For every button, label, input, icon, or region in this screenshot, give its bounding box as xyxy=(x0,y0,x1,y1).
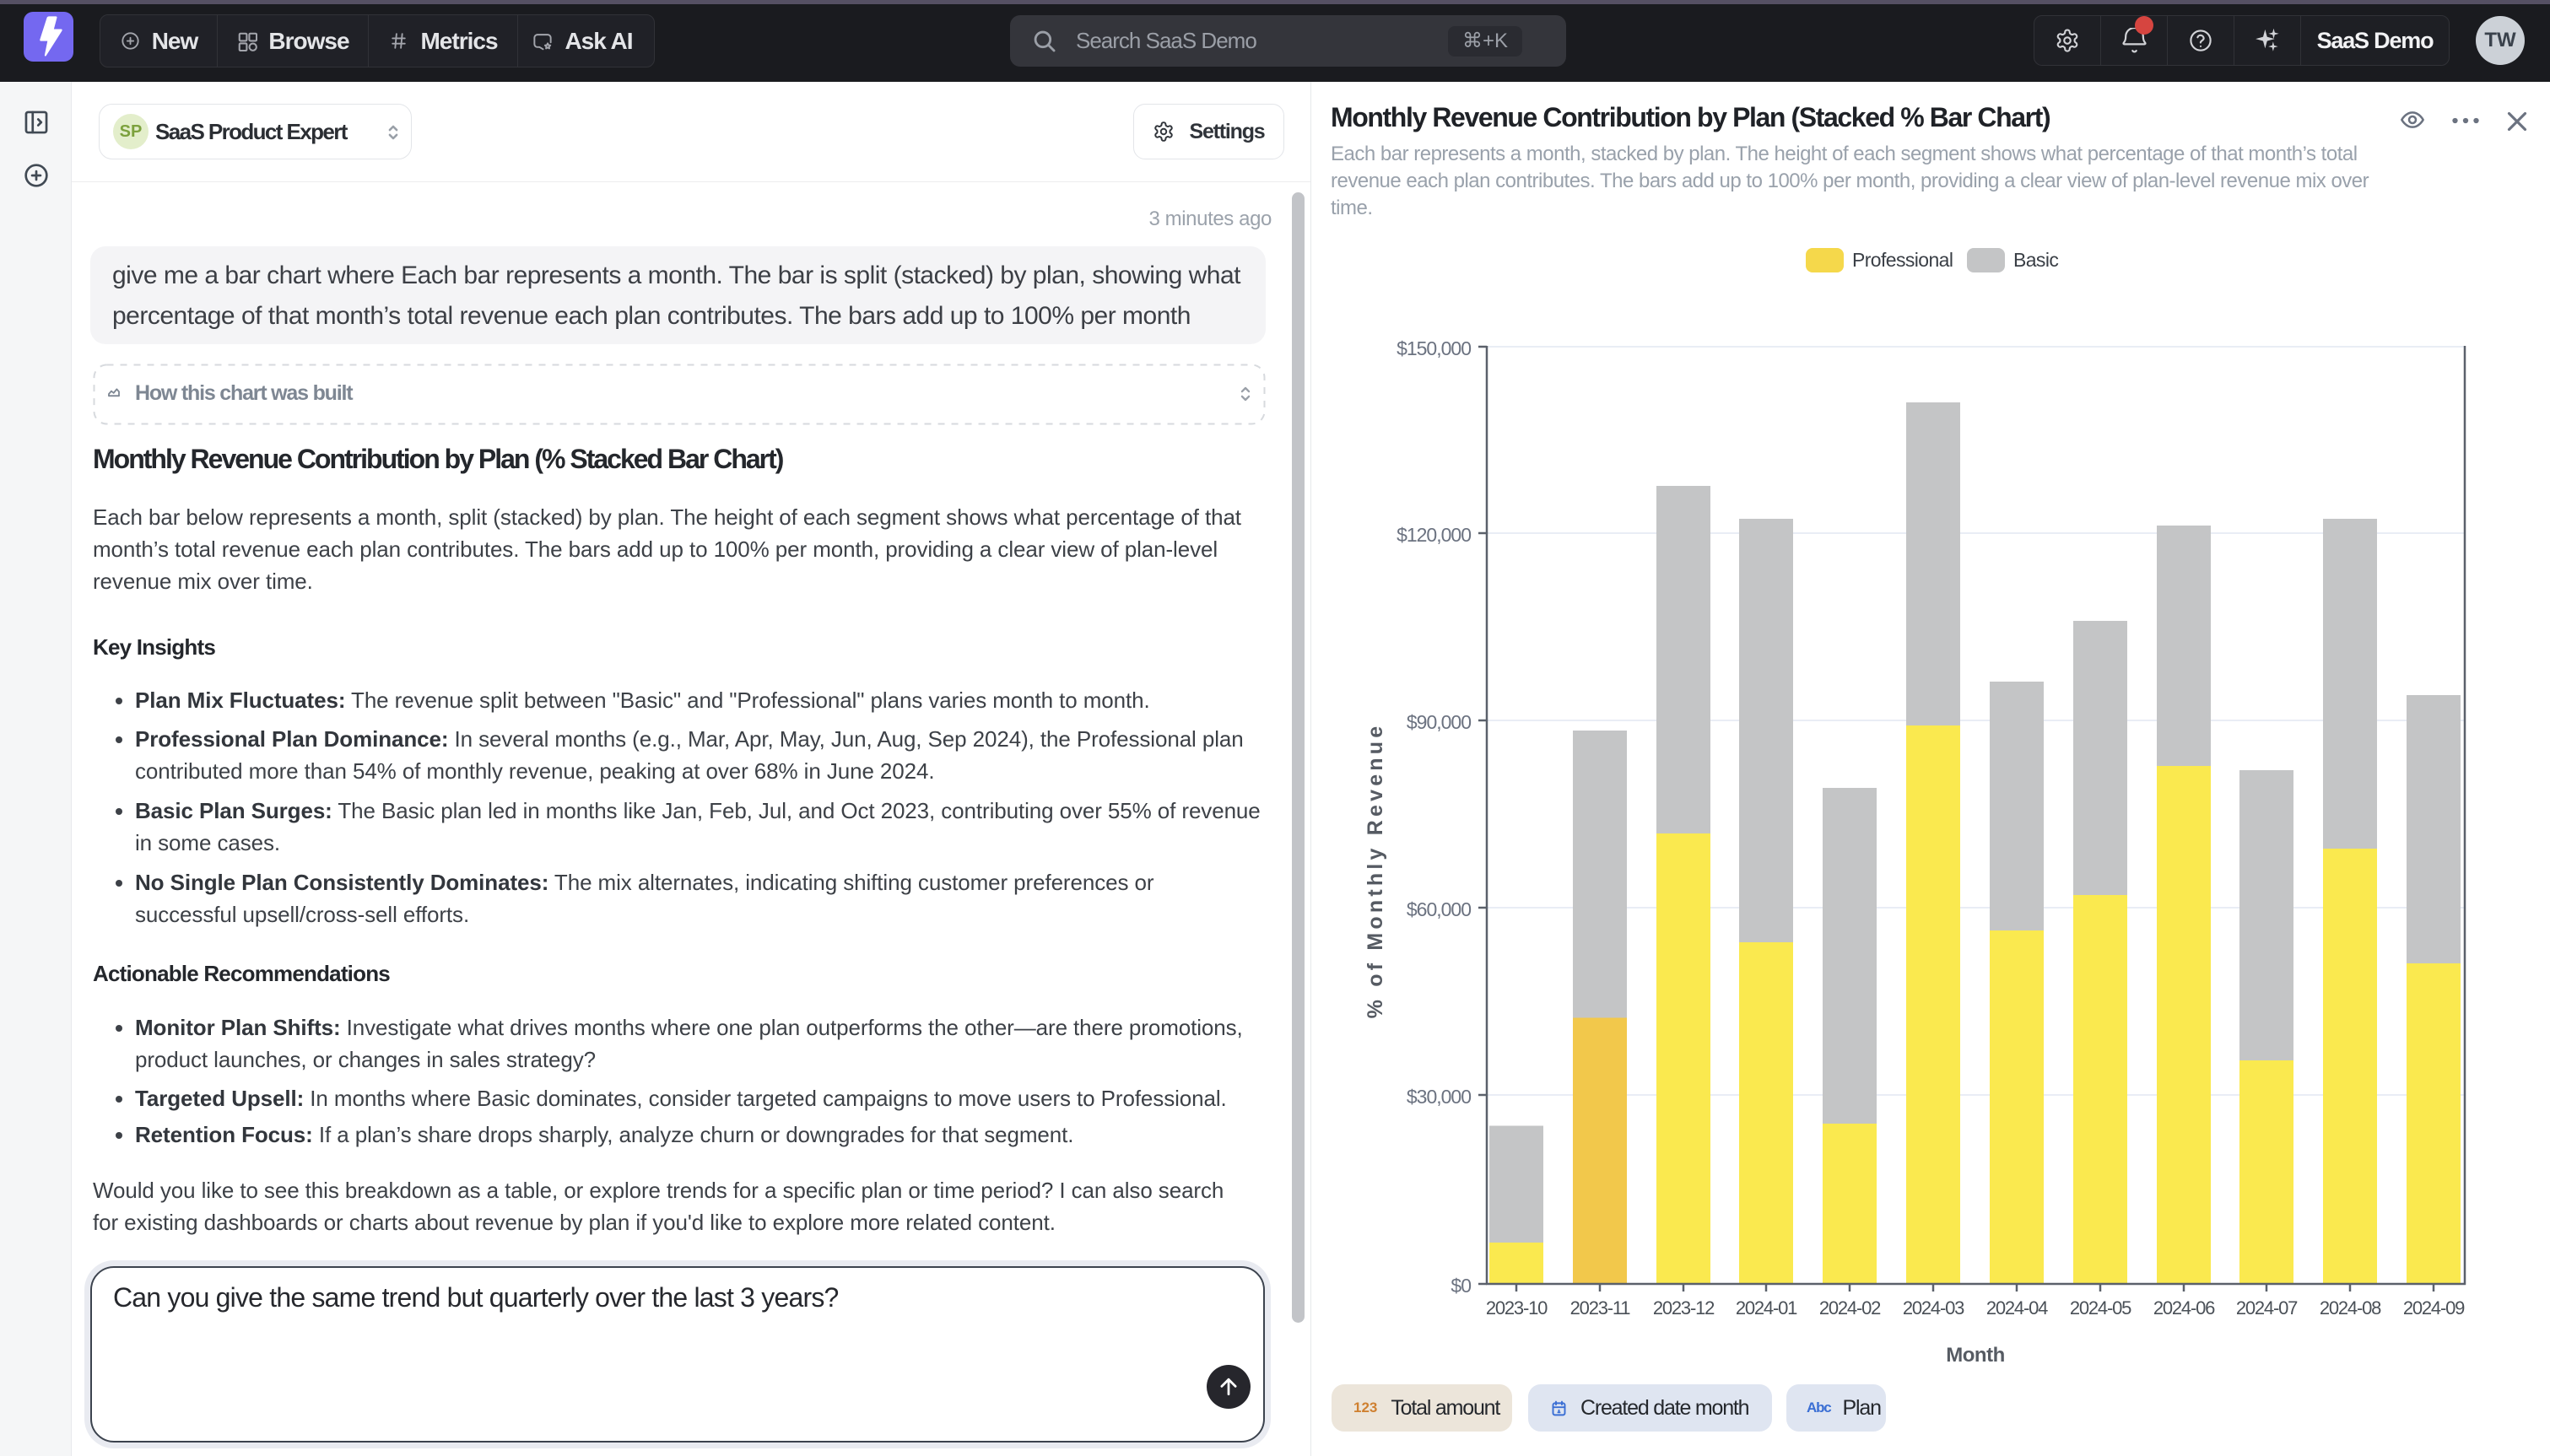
svg-text:2024-02: 2024-02 xyxy=(1819,1297,1881,1318)
svg-text:2023-12: 2023-12 xyxy=(1653,1297,1715,1318)
svg-text:2024-08: 2024-08 xyxy=(2320,1297,2381,1318)
svg-text:2023-10: 2023-10 xyxy=(1486,1297,1548,1318)
svg-text:$30,000: $30,000 xyxy=(1407,1086,1471,1108)
svg-text:2024-06: 2024-06 xyxy=(2153,1297,2215,1318)
svg-text:2024-05: 2024-05 xyxy=(2070,1297,2131,1318)
svg-text:2024-04: 2024-04 xyxy=(1986,1297,2048,1318)
svg-text:% of Monthly Revenue: % of Monthly Revenue xyxy=(1364,723,1387,1019)
svg-text:2023-11: 2023-11 xyxy=(1570,1297,1631,1318)
svg-text:$0: $0 xyxy=(1451,1275,1471,1297)
svg-text:2024-01: 2024-01 xyxy=(1736,1297,1797,1318)
svg-text:$90,000: $90,000 xyxy=(1407,711,1471,733)
svg-text:Month: Month xyxy=(1946,1344,2004,1367)
svg-text:$120,000: $120,000 xyxy=(1397,524,1471,546)
svg-text:$60,000: $60,000 xyxy=(1407,898,1471,920)
svg-text:2024-07: 2024-07 xyxy=(2236,1297,2298,1318)
svg-text:2024-03: 2024-03 xyxy=(1903,1297,1964,1318)
svg-text:$150,000: $150,000 xyxy=(1397,337,1471,359)
svg-text:2024-09: 2024-09 xyxy=(2403,1297,2465,1318)
